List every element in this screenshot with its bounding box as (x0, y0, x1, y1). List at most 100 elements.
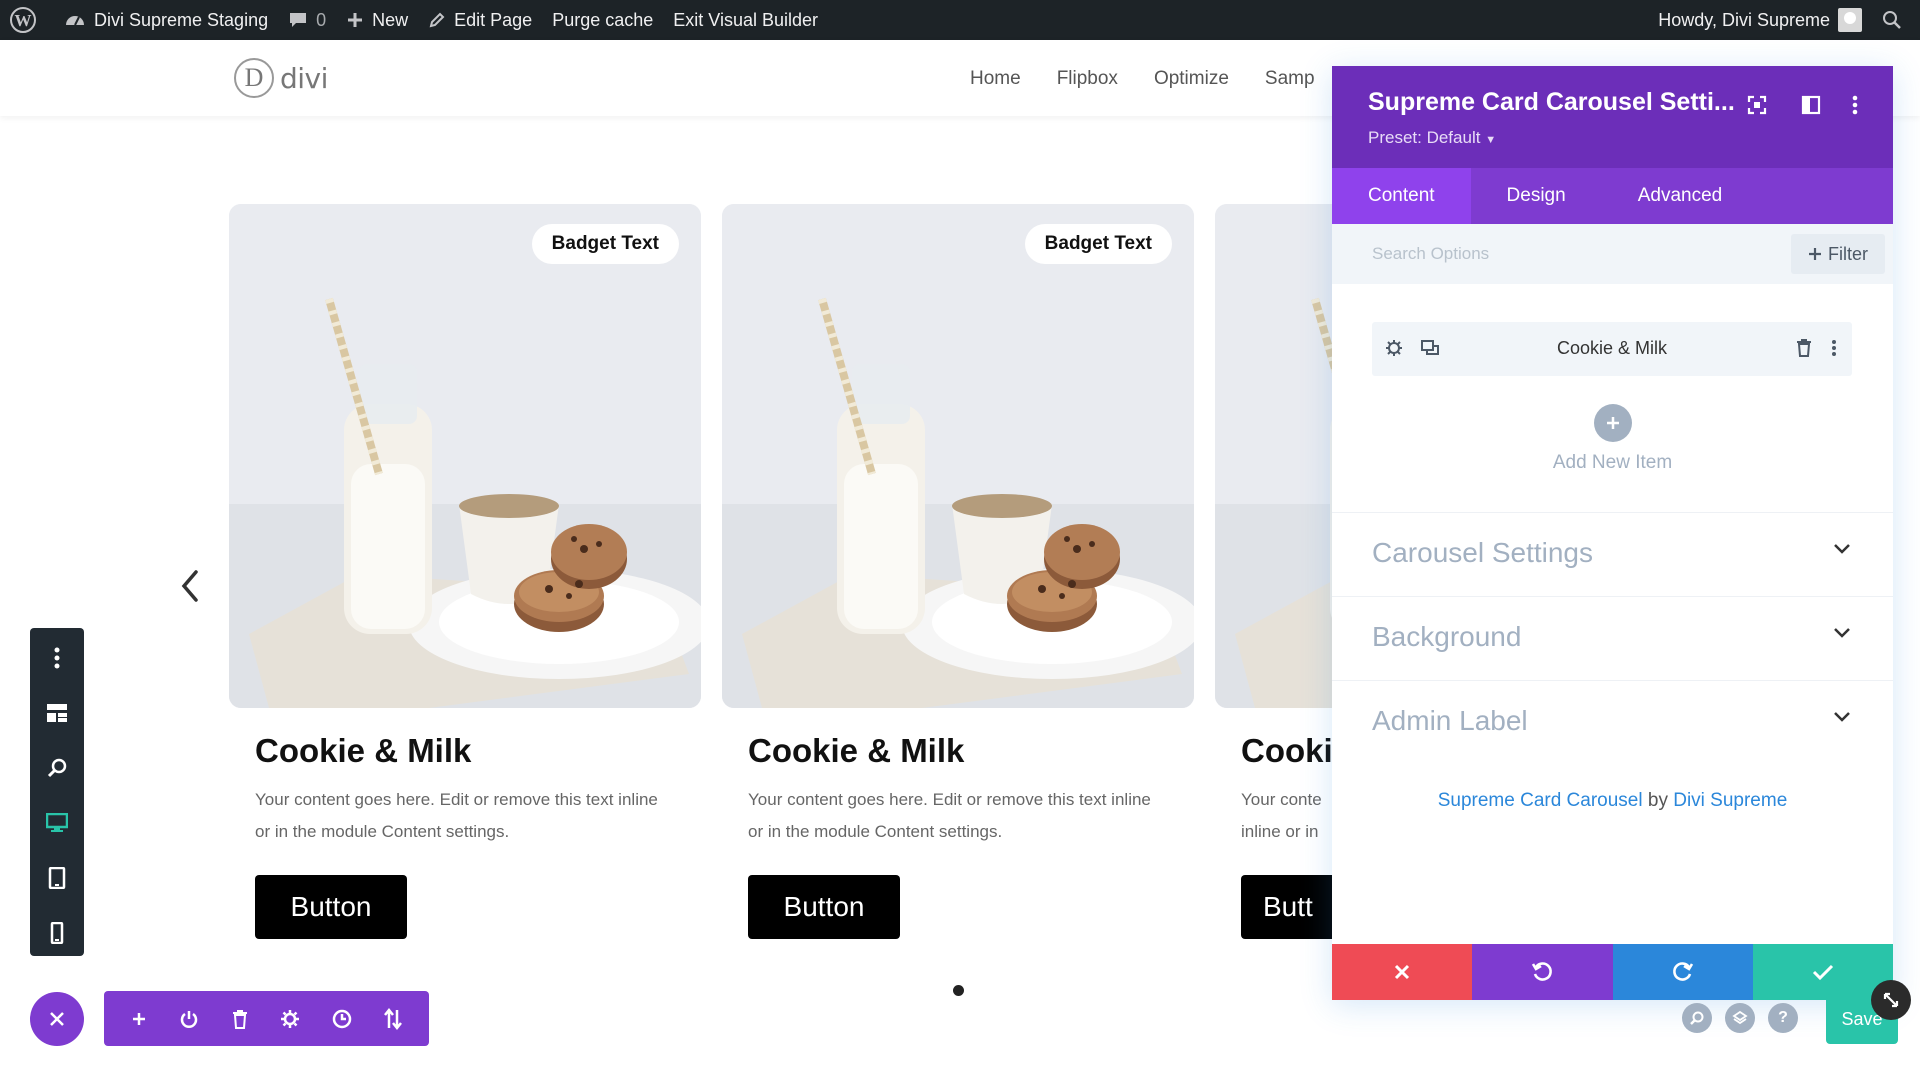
trash-icon[interactable] (231, 1009, 249, 1029)
add-new-item-label[interactable]: Add New Item (1332, 452, 1893, 474)
item-more-icon[interactable] (1822, 336, 1846, 360)
howdy-label: Howdy, Divi Supreme (1658, 9, 1830, 30)
new-content-link[interactable]: New (336, 0, 418, 40)
page-settings-bar (104, 991, 429, 1046)
comments-link[interactable]: 0 (278, 0, 336, 40)
add-new-item-button[interactable] (1594, 404, 1632, 442)
search-options-bar: Search Options Filter (1332, 224, 1893, 284)
caret-down-icon: ▼ (1485, 134, 1497, 146)
filter-button[interactable]: Filter (1791, 234, 1885, 274)
preset-selector[interactable]: Preset: Default ▼ (1368, 128, 1496, 148)
tab-advanced[interactable]: Advanced (1602, 168, 1759, 224)
main-nav: Home Flipbox Optimize Samp (970, 68, 1315, 90)
layers-icon[interactable] (1725, 1003, 1755, 1033)
zoom-icon[interactable] (1682, 1003, 1712, 1033)
panel-header: Supreme Card Carousel Setti... Preset: D… (1332, 66, 1893, 168)
power-icon[interactable] (179, 1009, 199, 1029)
site-name-link[interactable]: Divi Supreme Staging (54, 0, 278, 40)
search-options-input[interactable]: Search Options (1372, 244, 1489, 264)
panel-footer (1332, 944, 1893, 1000)
module-link[interactable]: Supreme Card Carousel (1438, 790, 1643, 811)
card-image: Badget Text (229, 204, 701, 708)
edit-page-label: Edit Page (454, 9, 533, 30)
close-icon (1395, 964, 1410, 980)
nav-item-optimize[interactable]: Optimize (1154, 68, 1229, 90)
nav-item-sample[interactable]: Samp (1265, 68, 1315, 90)
pencil-icon (429, 12, 445, 28)
svg-text:W: W (15, 11, 32, 30)
account-menu[interactable]: Howdy, Divi Supreme (1648, 0, 1872, 40)
trash-icon[interactable] (1792, 336, 1816, 360)
author-link[interactable]: Divi Supreme (1673, 790, 1787, 811)
wireframe-view-icon[interactable] (42, 697, 72, 729)
exit-visual-builder-link[interactable]: Exit Visual Builder (663, 0, 828, 40)
history-icon[interactable] (332, 1009, 352, 1029)
portability-icon[interactable] (383, 1007, 403, 1030)
fullscreen-icon[interactable] (1744, 92, 1770, 118)
toggle-carousel-settings[interactable]: Carousel Settings (1332, 512, 1893, 596)
plus-icon (348, 13, 363, 27)
undo-button[interactable] (1472, 944, 1613, 1000)
nav-item-home[interactable]: Home (970, 68, 1021, 90)
card-button[interactable]: Button (748, 875, 900, 939)
responsive-toolbar (30, 628, 84, 956)
desktop-view-icon[interactable] (42, 807, 72, 839)
zoom-icon[interactable] (42, 752, 72, 784)
nav-item-flipbox[interactable]: Flipbox (1057, 68, 1118, 90)
purge-cache-link[interactable]: Purge cache (542, 0, 663, 40)
tab-content[interactable]: Content (1332, 168, 1471, 224)
carousel-prev-arrow[interactable] (178, 568, 202, 604)
carousel-card: Badget Text Cookie & Milk Your content g… (722, 204, 1194, 939)
split-view-icon[interactable] (1798, 92, 1824, 118)
new-label: New (372, 9, 409, 30)
plus-icon (1809, 248, 1821, 260)
more-options-icon[interactable] (1842, 92, 1868, 118)
checkmark-icon (1812, 964, 1833, 981)
admin-search-button[interactable] (1872, 0, 1920, 40)
credit-by: by (1647, 790, 1668, 811)
card-title: Cookie & Milk (255, 732, 472, 769)
help-icon[interactable]: ? (1768, 1003, 1798, 1033)
module-settings-panel: Supreme Card Carousel Setti... Preset: D… (1332, 66, 1893, 1000)
card-text: Your content goes here. Edit or remove t… (255, 790, 658, 841)
item-label: Cookie & Milk (1556, 338, 1668, 358)
resize-handle-icon[interactable] (1871, 980, 1911, 1020)
wordpress-logo-button[interactable]: W (0, 0, 54, 40)
phone-view-icon[interactable] (42, 917, 72, 949)
card-title: Cooki (1241, 732, 1333, 769)
undo-icon (1532, 962, 1553, 981)
search-icon (1883, 11, 1901, 29)
toggle-background[interactable]: Background (1332, 596, 1893, 680)
plus-icon (1607, 417, 1619, 429)
chevron-down-icon (1834, 628, 1850, 638)
add-icon[interactable] (130, 1010, 148, 1028)
tab-design[interactable]: Design (1471, 168, 1602, 224)
gear-icon[interactable] (280, 1009, 300, 1029)
list-item[interactable]: Cookie & Milk (1372, 322, 1852, 376)
dashboard-icon (66, 16, 84, 26)
tablet-view-icon[interactable] (42, 862, 72, 894)
panel-tabs: Content Design Advanced (1332, 168, 1893, 224)
site-logo[interactable]: D divi (234, 58, 328, 98)
section-title: Background (1372, 621, 1522, 652)
redo-button[interactable] (1612, 944, 1753, 1000)
carousel-dot-active[interactable] (953, 985, 964, 996)
card-button[interactable]: Button (255, 875, 407, 939)
more-options-icon[interactable] (42, 642, 72, 674)
section-title: Carousel Settings (1372, 537, 1594, 568)
comment-icon (290, 13, 307, 27)
filter-label: Filter (1828, 243, 1868, 264)
module-credit: Supreme Card Carousel by Divi Supreme (1332, 790, 1893, 812)
discard-button[interactable] (1332, 944, 1473, 1000)
card-title: Cookie & Milk (748, 732, 965, 769)
avatar (1838, 8, 1862, 32)
wp-admin-bar: W Divi Supreme Staging 0 New Edit Page P… (0, 0, 1920, 40)
close-builder-button[interactable] (30, 992, 84, 1046)
toggle-admin-label[interactable]: Admin Label (1332, 680, 1893, 764)
edit-page-link[interactable]: Edit Page (418, 0, 542, 40)
cookie-milk-photo (722, 204, 1194, 708)
logo-text: divi (280, 61, 328, 95)
cookie-milk-photo (229, 204, 701, 708)
card-badge: Badget Text (531, 224, 679, 264)
section-title: Admin Label (1372, 705, 1528, 736)
